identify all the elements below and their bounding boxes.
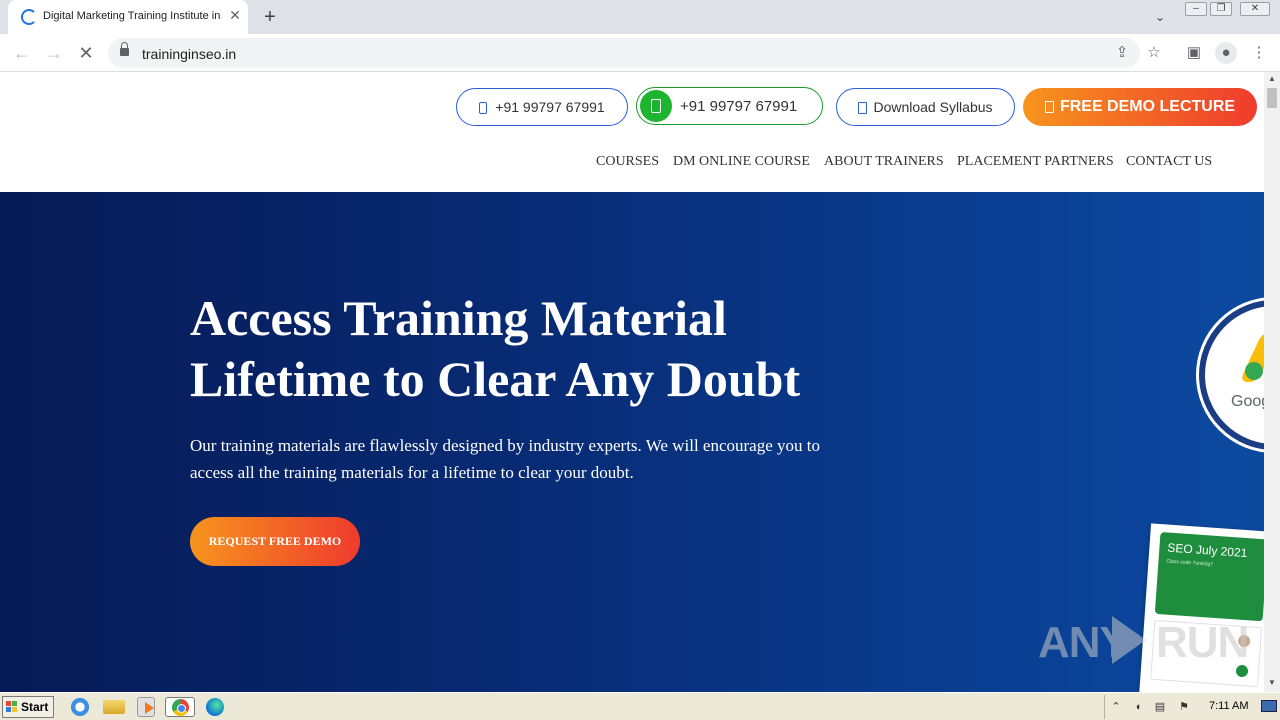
whatsapp-icon [640, 90, 672, 122]
menu-kebab-icon[interactable]: ⋮ [1248, 42, 1270, 64]
media-player-icon[interactable] [137, 697, 155, 717]
scroll-down-arrow-icon[interactable]: ▼ [1264, 676, 1280, 690]
nav-dm-online-course[interactable]: DM ONLINE COURSE [673, 154, 810, 174]
free-demo-lecture-button[interactable]: FREE DEMO LECTURE [1023, 88, 1257, 126]
tab-close-icon[interactable]: ✕ [226, 6, 244, 24]
call-button[interactable]: +91 99797 67991 [456, 88, 628, 126]
loading-spinner-icon [21, 9, 37, 25]
forward-arrow-icon[interactable]: → [42, 41, 66, 65]
hero-title-line-1: Access Training Material [190, 290, 727, 346]
google-ads-logo-icon [1239, 332, 1264, 382]
whatsapp-number: +91 99797 67991 [680, 97, 798, 115]
anyrun-watermark: ANY RUN [1038, 610, 1249, 670]
show-desktop-icon[interactable] [1261, 700, 1277, 712]
system-tray: ⌃ ◖ ▤ ⚑ 7:11 AM [1104, 695, 1280, 719]
side-panel-icon[interactable]: ▣ [1183, 42, 1205, 64]
start-label: Start [21, 700, 49, 714]
watermark-play-icon [1110, 612, 1150, 668]
web-page: +91 99797 67991 +91 99797 67991 Download… [0, 72, 1264, 692]
edge-icon[interactable] [206, 698, 224, 716]
file-icon [858, 102, 868, 114]
nav-about-trainers[interactable]: ABOUT TRAINERS [824, 154, 944, 174]
file-explorer-icon[interactable] [103, 700, 125, 714]
taskbar: Start ⌃ ◖ ▤ ⚑ 7:11 AM [0, 692, 1280, 720]
watermark-right-text: RUN [1156, 618, 1249, 667]
stop-loading-icon[interactable]: ✕ [74, 41, 98, 65]
whatsapp-button[interactable]: +91 99797 67991 [636, 87, 823, 125]
chrome-icon [172, 699, 189, 716]
demo-label: FREE DEMO LECTURE [1059, 98, 1236, 115]
start-button[interactable]: Start [2, 696, 54, 718]
tab-strip: Digital Marketing Training Institute in … [0, 0, 1280, 34]
site-header: +91 99797 67991 +91 99797 67991 Download… [0, 72, 1264, 192]
nav-placement-partners[interactable]: PLACEMENT PARTNERS [957, 154, 1114, 174]
page-scrollbar[interactable]: ▲ ▼ [1264, 72, 1280, 692]
scroll-thumb[interactable] [1267, 88, 1277, 108]
chrome-taskbar-button[interactable] [165, 697, 195, 717]
tray-expand-icon[interactable]: ⌃ [1109, 700, 1123, 714]
windows-flag-icon [6, 701, 18, 713]
internet-explorer-icon[interactable] [69, 697, 91, 717]
network-icon[interactable]: ▤ [1153, 700, 1167, 714]
demo-icon [1044, 101, 1054, 113]
tab-search-chevron-icon[interactable]: ⌄ [1150, 7, 1170, 27]
hero-subtitle: Our training materials are flawlessly de… [190, 436, 820, 482]
call-number: +91 99797 67991 [495, 99, 605, 115]
share-icon[interactable]: ⇪ [1112, 43, 1132, 63]
restore-button[interactable]: ❐ [1210, 2, 1232, 16]
lock-icon[interactable] [120, 42, 129, 58]
tab-title: Digital Marketing Training Institute in [43, 10, 221, 22]
google-ads-badge: Goog [1199, 300, 1264, 450]
phone-icon [479, 102, 488, 114]
download-syllabus-button[interactable]: Download Syllabus [836, 88, 1015, 126]
bookmark-star-icon[interactable]: ☆ [1143, 42, 1165, 64]
new-tab-button[interactable]: + [258, 5, 282, 29]
minimize-button[interactable]: – [1185, 2, 1207, 16]
classroom-header: SEO July 2021 Class code 7umk2g7 [1154, 532, 1264, 622]
scroll-up-arrow-icon[interactable]: ▲ [1264, 72, 1280, 86]
close-window-button[interactable]: ✕ [1240, 2, 1270, 16]
classroom-title: SEO July 2021 [1166, 540, 1248, 561]
hero-title-line-2: Lifetime to Clear Any Doubt [190, 351, 801, 407]
hero-title: Access Training Material Lifetime to Cle… [190, 288, 890, 410]
browser-toolbar: ← → ✕ traininginseo.in ⇪ ☆ ▣ ● ⋮ [0, 34, 1280, 72]
download-label: Download Syllabus [873, 99, 993, 115]
url-text[interactable]: traininginseo.in [142, 46, 236, 62]
address-bar[interactable]: traininginseo.in ⇪ [108, 38, 1140, 68]
classroom-code: Class code 7umk2g7 [1166, 558, 1214, 568]
profile-avatar-icon[interactable]: ● [1215, 42, 1237, 64]
action-center-flag-icon[interactable]: ⚑ [1177, 700, 1191, 714]
volume-icon[interactable]: ◖ [1131, 700, 1145, 714]
back-arrow-icon[interactable]: ← [10, 41, 34, 65]
clock[interactable]: 7:11 AM [1209, 700, 1249, 712]
browser-tab[interactable]: Digital Marketing Training Institute in … [8, 0, 248, 34]
request-free-demo-button[interactable]: REQUEST FREE DEMO [190, 517, 360, 566]
nav-courses[interactable]: COURSES [596, 154, 659, 174]
nav-contact-us[interactable]: CONTACT US [1126, 154, 1212, 174]
google-ads-word: Goog [1231, 393, 1264, 410]
